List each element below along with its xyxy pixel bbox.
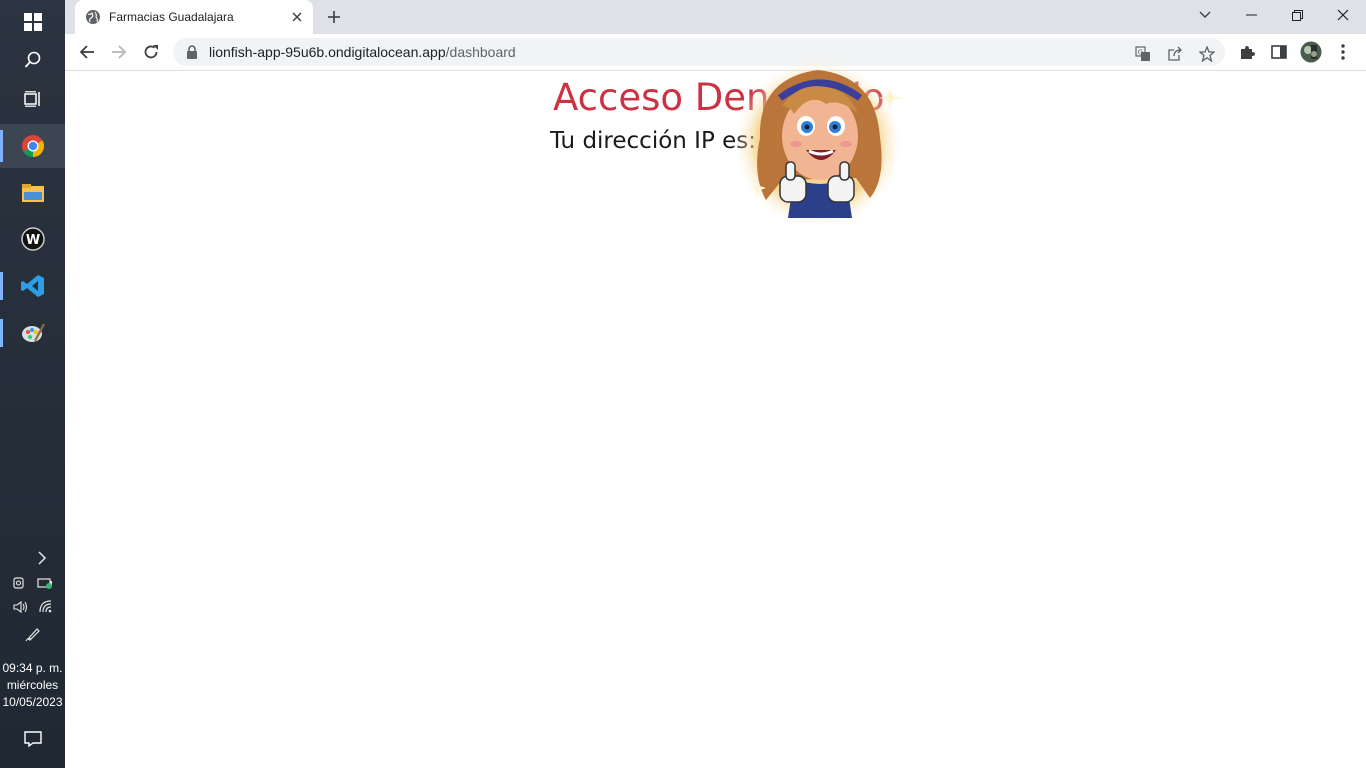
reload-icon	[144, 45, 158, 59]
arrow-left-icon	[79, 45, 94, 59]
extensions-button[interactable]	[1233, 38, 1261, 66]
taskbar-w-app[interactable]: W	[0, 217, 65, 261]
side-panel-icon	[1271, 45, 1287, 59]
bookmark-button[interactable]	[1197, 44, 1217, 64]
profile-button[interactable]	[1297, 38, 1325, 66]
tab-title: Farmacias Guadalajara	[109, 10, 234, 24]
arrow-right-icon	[112, 45, 127, 59]
back-button[interactable]	[73, 38, 101, 66]
volume-icon[interactable]	[12, 600, 29, 614]
avatar	[1300, 41, 1322, 63]
close-icon	[292, 12, 302, 22]
chevron-right-icon	[37, 551, 46, 565]
restore-button[interactable]	[1274, 0, 1320, 30]
chrome-menu-button[interactable]	[1329, 38, 1357, 66]
chevron-down-icon	[1199, 11, 1211, 18]
clock-date: 10/05/2023	[2, 695, 63, 709]
puzzle-icon	[1241, 46, 1255, 59]
battery-icon[interactable]	[36, 576, 53, 590]
url-host: lionfish-app-95u6b.ondigitalocean.app	[209, 44, 446, 60]
ip-address-label: Tu dirección IP es:	[550, 128, 757, 154]
restore-icon	[1291, 9, 1303, 21]
reload-button[interactable]	[137, 38, 165, 66]
kebab-menu-icon	[1341, 44, 1345, 60]
share-button[interactable]	[1165, 44, 1185, 64]
taskbar-paint[interactable]	[0, 311, 65, 355]
wifi-icon[interactable]	[38, 600, 53, 614]
mascot-thumbs-up-image	[732, 58, 904, 230]
paint-icon	[21, 323, 45, 342]
lock-icon[interactable]	[185, 45, 199, 59]
browser-tab-strip: Farmacias Guadalajara	[65, 0, 1366, 34]
new-tab-button[interactable]	[322, 7, 346, 27]
url-text: lionfish-app-95u6b.ondigitalocean.app/da…	[209, 44, 516, 60]
windows-icon	[23, 13, 42, 31]
share-icon	[1168, 46, 1182, 61]
task-view-icon	[23, 91, 40, 107]
clock-time: 09:34 p. m.	[2, 661, 63, 675]
pen-icon[interactable]	[25, 626, 41, 642]
url-path: /dashboard	[445, 44, 516, 60]
taskbar-file-explorer[interactable]	[0, 171, 65, 215]
svg-text:G: G	[1138, 49, 1143, 57]
close-icon	[1337, 9, 1349, 21]
show-hidden-icons-button[interactable]	[0, 550, 65, 566]
star-icon	[1199, 46, 1215, 62]
minimize-icon	[1245, 14, 1257, 16]
windows-taskbar: W 09:34 p. m. miércoles 10/05/2023	[0, 0, 65, 768]
plus-icon	[328, 11, 340, 23]
side-panel-button[interactable]	[1265, 38, 1293, 66]
vscode-icon	[20, 275, 44, 297]
tab-search-button[interactable]	[1182, 0, 1228, 30]
browser-tab[interactable]: Farmacias Guadalajara	[75, 0, 313, 34]
forward-button[interactable]	[105, 38, 133, 66]
chrome-icon	[21, 135, 44, 157]
tab-close-button[interactable]	[287, 7, 307, 27]
w-app-icon: W	[20, 227, 45, 251]
taskbar-search-button[interactable]	[0, 38, 65, 82]
address-bar[interactable]: lionfish-app-95u6b.ondigitalocean.app/da…	[173, 38, 1225, 66]
globe-icon	[86, 10, 100, 24]
meet-now-icon[interactable]	[12, 576, 27, 590]
close-window-button[interactable]	[1320, 0, 1366, 30]
translate-icon: G	[1135, 46, 1150, 61]
minimize-button[interactable]	[1228, 0, 1274, 30]
notification-center-button[interactable]	[0, 728, 65, 750]
clock-day: miércoles	[6, 678, 59, 692]
svg-text:W: W	[25, 233, 39, 248]
task-view-button[interactable]	[0, 77, 65, 121]
taskbar-clock[interactable]: 09:34 p. m. miércoles 10/05/2023	[0, 660, 65, 711]
notification-icon	[23, 731, 42, 748]
browser-toolbar: lionfish-app-95u6b.ondigitalocean.app/da…	[65, 34, 1366, 71]
taskbar-vscode[interactable]	[0, 264, 65, 308]
translate-button[interactable]: G	[1133, 44, 1153, 64]
folder-icon	[21, 184, 44, 202]
taskbar-chrome[interactable]	[0, 124, 65, 168]
search-icon	[24, 51, 40, 68]
